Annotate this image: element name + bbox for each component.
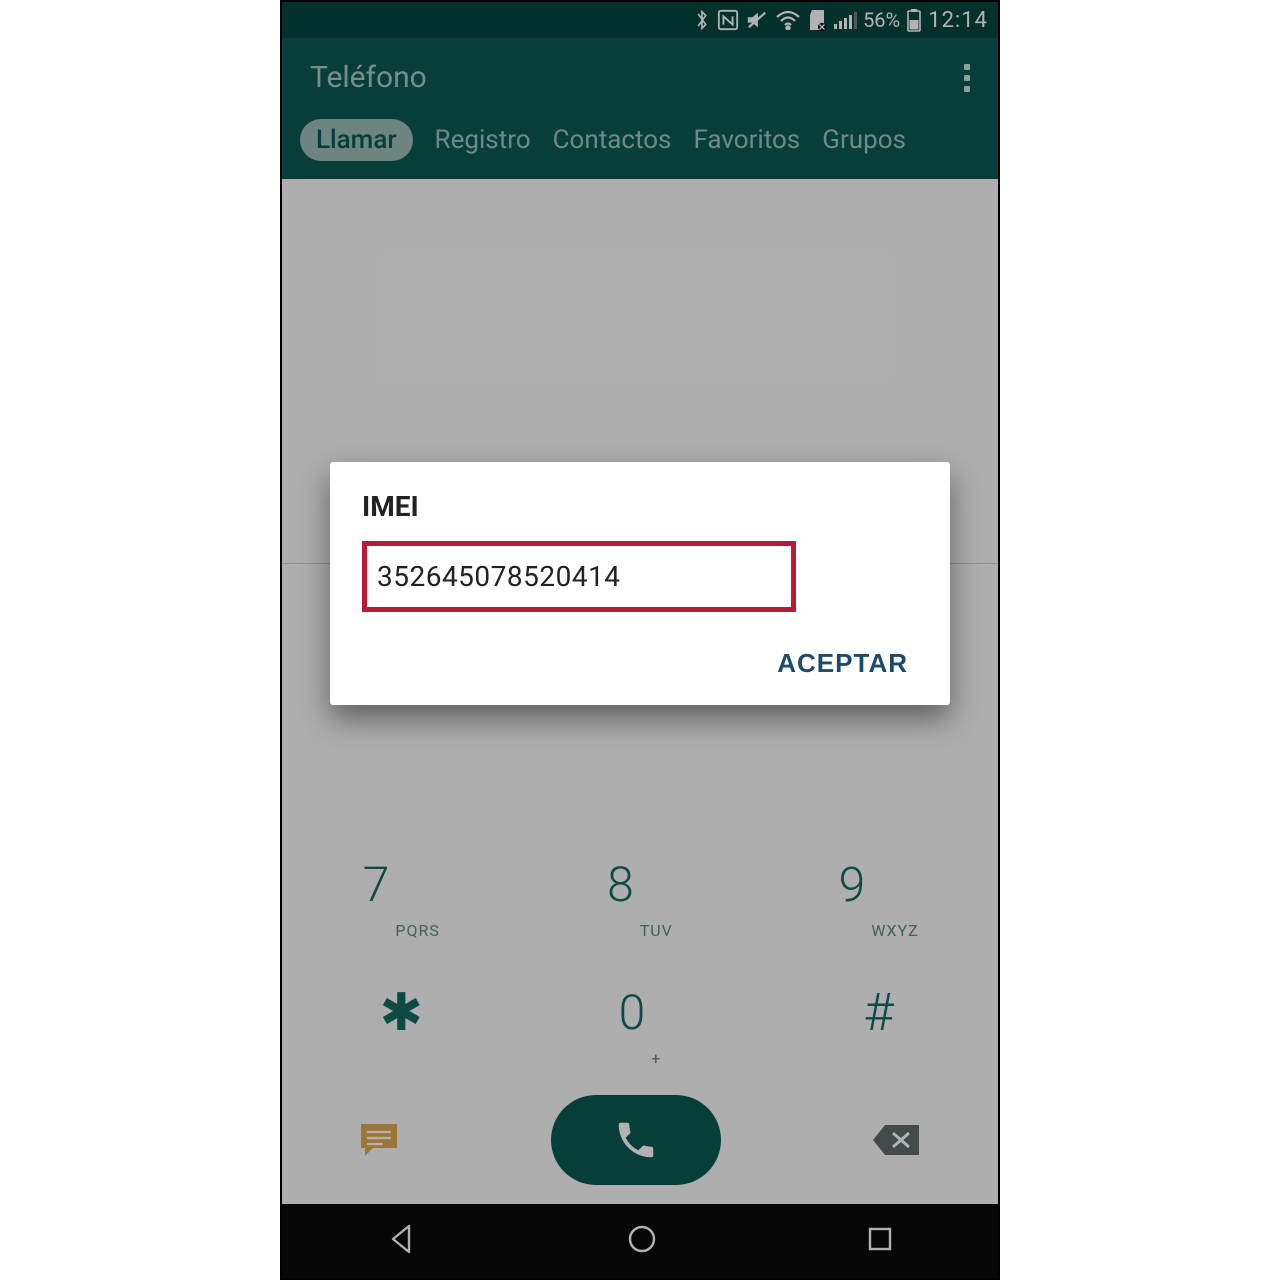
device-frame: 56% 12:14 Teléfono Llamar Registro [280, 0, 1000, 1280]
imei-highlight-box: 352645078520414 [362, 541, 796, 612]
imei-dialog: IMEI 352645078520414 ACEPTAR [330, 462, 950, 705]
accept-button[interactable]: ACEPTAR [767, 640, 918, 687]
imei-value: 352645078520414 [377, 560, 621, 593]
dialog-title: IMEI [362, 490, 918, 523]
